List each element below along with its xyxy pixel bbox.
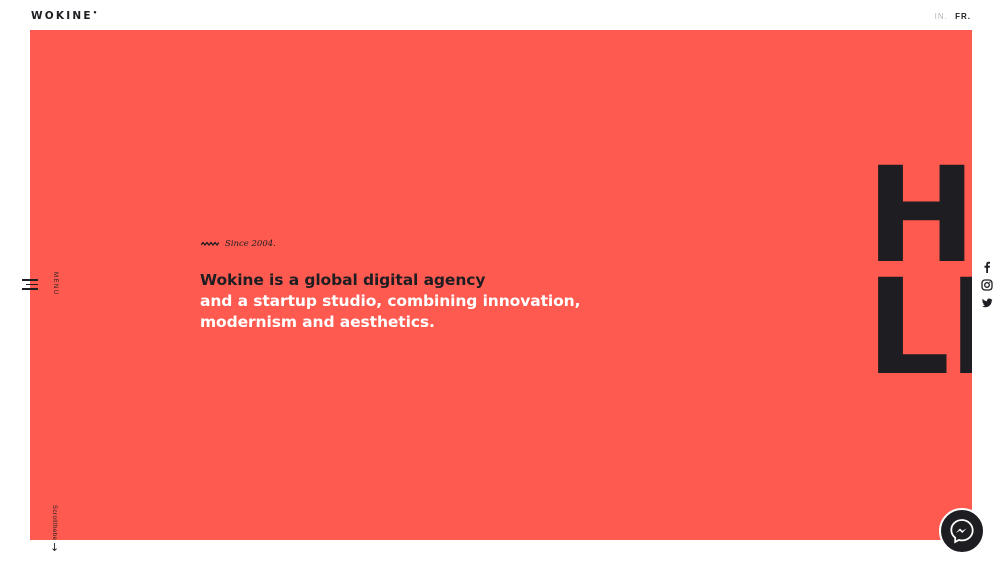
logo-mark: • (92, 9, 98, 17)
since-text: Since 2004. (225, 239, 276, 249)
big-hello-text: HE LL (866, 150, 972, 405)
social-links (981, 260, 993, 314)
hamburger-line (22, 288, 38, 290)
lang-fr[interactable]: FR. (955, 12, 971, 21)
messenger-chat-button[interactable] (939, 508, 985, 554)
since-line: Since 2004. (201, 239, 276, 249)
hero-section: Since 2004. Wokine is a global digital a… (30, 30, 972, 540)
logo[interactable]: WOKINE• (31, 9, 97, 22)
language-switcher: IN. FR. (931, 12, 971, 21)
menu-label[interactable]: MENU (52, 272, 58, 296)
tagline-line-1: Wokine is a global digital agency (200, 271, 486, 289)
twitter-icon[interactable] (981, 296, 993, 308)
instagram-icon[interactable] (981, 278, 993, 291)
messenger-icon (950, 519, 974, 544)
facebook-icon[interactable] (981, 260, 993, 273)
scroll-down-icon[interactable]: ↓ (50, 542, 59, 553)
lang-en[interactable]: IN. (935, 12, 948, 21)
menu-toggle-button[interactable] (22, 279, 38, 291)
tagline-line-2: and a startup studio, combining innovati… (200, 292, 581, 310)
hamburger-line (22, 279, 38, 281)
tagline-line-3: modernism and aesthetics. (200, 313, 435, 331)
scroll-label: Scrollthebe (51, 505, 57, 541)
logo-text: WOKINE (31, 10, 93, 22)
big-text-line-2: LL (866, 251, 972, 405)
hamburger-line (26, 283, 38, 285)
tagline: Wokine is a global digital agency and a … (200, 270, 580, 333)
wave-icon (201, 241, 219, 247)
